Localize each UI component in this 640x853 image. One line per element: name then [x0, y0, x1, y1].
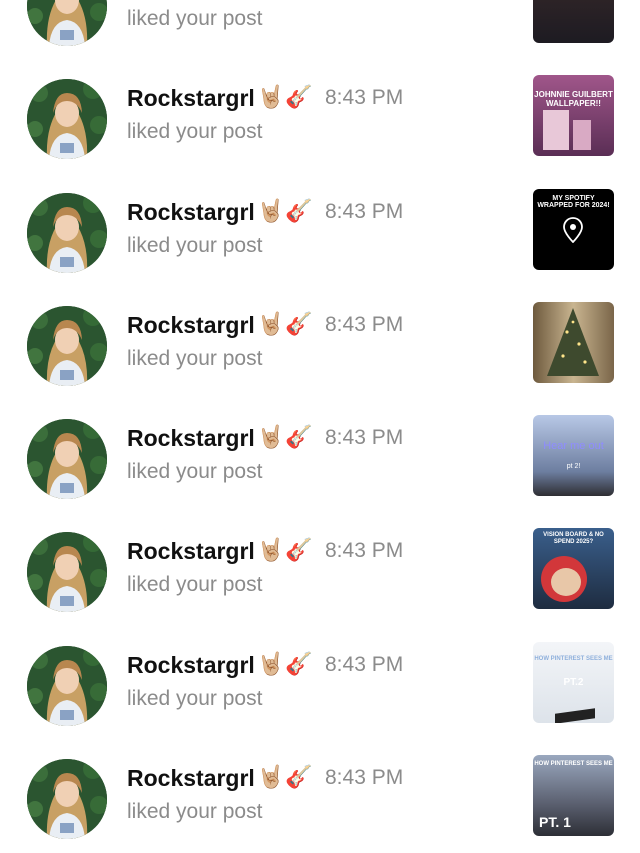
notification-action: liked your post — [127, 800, 263, 824]
thumb-subcaption: PT.2 — [563, 676, 584, 688]
rock-hand-emoji: 🤘🏼 — [257, 650, 285, 676]
thumb-caption: HOW PINTEREST SEES ME — [534, 655, 613, 662]
rock-hand-emoji: 🤘🏼 — [257, 310, 285, 336]
avatar[interactable] — [27, 419, 107, 500]
post-thumbnail[interactable]: Hear me out pt 2! — [533, 415, 614, 497]
username[interactable]: Rockstargrl — [127, 652, 255, 679]
avatar[interactable] — [27, 645, 107, 726]
thumb-subcaption: PT. 1 — [539, 814, 571, 831]
guitar-emoji: 🎸 — [285, 537, 313, 563]
guitar-emoji: 🎸 — [285, 84, 313, 110]
notification-row[interactable]: Rockstargrl 🤘🏼 🎸 8:43 PM liked your post… — [0, 173, 640, 286]
tree-image — [547, 307, 599, 376]
rock-hand-emoji: 🤘🏼 — [257, 764, 285, 790]
timestamp: 8:43 PM — [325, 312, 404, 336]
thumb-caption: HOW PINTEREST SEES ME — [534, 761, 613, 768]
post-thumbnail[interactable]: JAKE AND JOHNNIE WALLPAPER!! — [533, 0, 614, 43]
notification-action: liked your post — [127, 573, 263, 597]
post-thumbnail[interactable]: VISION BOARD & NO SPEND 2025? — [533, 528, 614, 610]
post-thumbnail[interactable]: HOW PINTEREST SEES ME PT.2 — [533, 641, 614, 723]
guitar-emoji: 🎸 — [285, 424, 313, 450]
avatar[interactable] — [27, 532, 107, 613]
post-thumbnail[interactable] — [533, 301, 614, 383]
thumb-subcaption: pt 2! — [566, 463, 581, 471]
timestamp: 8:43 PM — [325, 766, 404, 790]
guitar-emoji: 🎸 — [285, 310, 313, 336]
post-thumbnail[interactable]: HOW PINTEREST SEES ME PT. 1 — [533, 755, 614, 837]
thumb-caption: Hear me out — [543, 440, 604, 453]
avatar[interactable] — [27, 0, 107, 46]
username[interactable]: Rockstargrl — [127, 765, 255, 792]
notification-action: liked your post — [127, 346, 263, 370]
username[interactable]: Rockstargrl — [127, 85, 255, 112]
notification-row[interactable]: Rockstargrl 🤘🏼 🎸 8:43 PM liked your post… — [0, 626, 640, 739]
username[interactable]: Rockstargrl — [127, 425, 255, 452]
avatar[interactable] — [27, 79, 107, 160]
avatar[interactable] — [27, 305, 107, 386]
rock-hand-emoji: 🤘🏼 — [257, 537, 285, 563]
notification-action: liked your post — [127, 686, 263, 710]
thumb-caption: JOHNNIE GUILBERT WALLPAPER!! — [534, 90, 613, 108]
notifications-list: Rockstargrl 🤘🏼 🎸 8:44 PM liked your post… — [0, 0, 640, 852]
guitar-emoji: 🎸 — [285, 650, 313, 676]
notification-action: liked your post — [127, 460, 263, 484]
guitar-emoji: 🎸 — [285, 764, 313, 790]
notification-action: liked your post — [127, 233, 263, 257]
notification-action: liked your post — [127, 120, 263, 144]
username[interactable]: Rockstargrl — [127, 312, 255, 339]
avatar[interactable] — [27, 192, 107, 273]
timestamp: 8:43 PM — [325, 86, 404, 110]
rock-hand-emoji: 🤘🏼 — [257, 424, 285, 450]
timestamp: 8:43 PM — [325, 539, 404, 563]
username[interactable]: Rockstargrl — [127, 199, 255, 226]
post-thumbnail[interactable]: MY SPOTIFY WRAPPED FOR 2024! — [533, 188, 614, 270]
rock-hand-emoji: 🤘🏼 — [257, 197, 285, 223]
notification-row[interactable]: Rockstargrl 🤘🏼 🎸 8:43 PM liked your post… — [0, 399, 640, 512]
location-pin-icon — [563, 216, 583, 243]
rock-hand-emoji: 🤘🏼 — [257, 84, 285, 110]
notification-row[interactable]: Rockstargrl 🤘🏼 🎸 8:44 PM liked your post… — [0, 0, 640, 59]
post-thumbnail[interactable]: JOHNNIE GUILBERT WALLPAPER!! — [533, 75, 614, 157]
notification-row[interactable]: Rockstargrl 🤘🏼 🎸 8:43 PM liked your post… — [0, 59, 640, 172]
thumb-caption: VISION BOARD & NO SPEND 2025? — [543, 532, 604, 545]
guitar-emoji: 🎸 — [285, 197, 313, 223]
timestamp: 8:43 PM — [325, 199, 404, 223]
avatar[interactable] — [27, 759, 107, 840]
notification-row[interactable]: Rockstargrl 🤘🏼 🎸 8:43 PM liked your post… — [0, 512, 640, 625]
thumb-caption: MY SPOTIFY WRAPPED FOR 2024! — [537, 194, 610, 209]
timestamp: 8:43 PM — [325, 426, 404, 450]
username[interactable]: Rockstargrl — [127, 538, 255, 565]
notification-row[interactable]: Rockstargrl 🤘🏼 🎸 8:43 PM liked your post… — [0, 739, 640, 852]
notification-action: liked your post — [127, 7, 263, 30]
timestamp: 8:43 PM — [325, 652, 404, 676]
notification-row[interactable]: Rockstargrl 🤘🏼 🎸 8:43 PM liked your post — [0, 286, 640, 399]
